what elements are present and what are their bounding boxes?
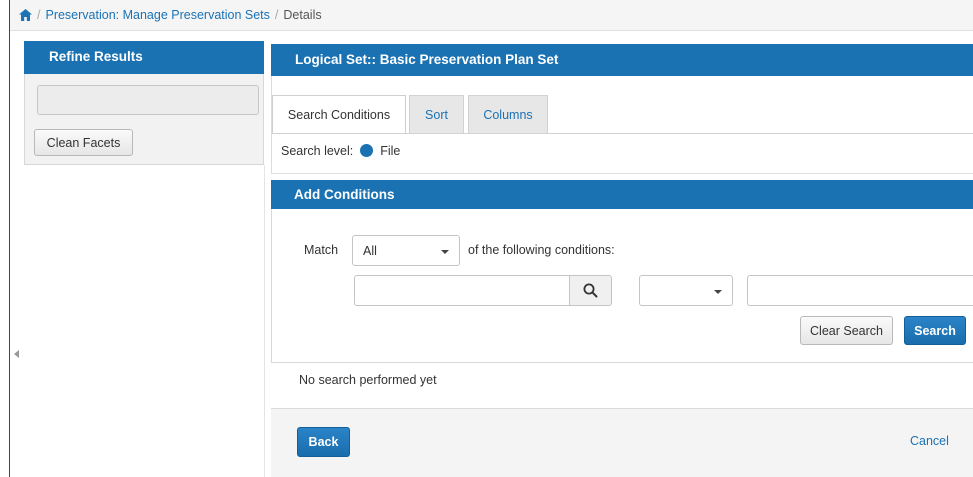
file-radio[interactable] bbox=[359, 144, 373, 157]
breadcrumb-link-preservation[interactable]: Preservation: Manage Preservation Sets bbox=[45, 8, 269, 22]
match-select-value: All bbox=[363, 243, 377, 258]
search-level-row: Search level: File bbox=[271, 134, 973, 174]
cancel-link[interactable]: Cancel bbox=[910, 434, 949, 448]
chevron-down-icon bbox=[714, 290, 722, 294]
add-conditions-header: Add Conditions bbox=[271, 180, 973, 209]
home-icon[interactable] bbox=[19, 9, 32, 21]
match-select[interactable]: All bbox=[352, 235, 460, 266]
search-icon bbox=[583, 283, 598, 298]
breadcrumb-separator: / bbox=[37, 8, 41, 22]
condition-field-input[interactable] bbox=[354, 275, 570, 306]
breadcrumb-current: Details bbox=[283, 8, 322, 22]
condition-value-input[interactable] bbox=[747, 275, 973, 306]
breadcrumb-separator: / bbox=[274, 8, 279, 22]
search-button[interactable]: Search bbox=[904, 316, 966, 345]
refine-search-input[interactable] bbox=[37, 85, 259, 115]
tab-search-conditions[interactable]: Search Conditions bbox=[272, 95, 406, 134]
following-conditions-text: of the following conditions: bbox=[468, 243, 615, 257]
operator-select[interactable] bbox=[639, 275, 733, 306]
search-level-label: Search level: bbox=[281, 144, 354, 158]
clean-facets-button[interactable]: Clean Facets bbox=[34, 129, 133, 156]
match-label: Match bbox=[304, 243, 339, 257]
breadcrumb: / Preservation: Manage Preservation Sets… bbox=[10, 0, 973, 31]
tab-sort[interactable]: Sort bbox=[409, 95, 464, 133]
sidebar-divider bbox=[264, 165, 265, 477]
chevron-down-icon bbox=[441, 250, 449, 254]
field-search-button[interactable] bbox=[569, 275, 612, 306]
footer-bar bbox=[271, 408, 973, 477]
tab-columns[interactable]: Columns bbox=[468, 95, 548, 133]
left-edge-line bbox=[9, 0, 10, 477]
clear-search-button[interactable]: Clear Search bbox=[800, 316, 893, 345]
search-level-value: File bbox=[380, 144, 401, 158]
refine-results-header: Refine Results bbox=[24, 41, 264, 74]
logical-set-title: Logical Set:: Basic Preservation Plan Se… bbox=[271, 44, 973, 76]
back-button[interactable]: Back bbox=[297, 427, 350, 457]
search-status-text: No search performed yet bbox=[299, 373, 437, 387]
caret-left-icon[interactable] bbox=[14, 350, 19, 358]
